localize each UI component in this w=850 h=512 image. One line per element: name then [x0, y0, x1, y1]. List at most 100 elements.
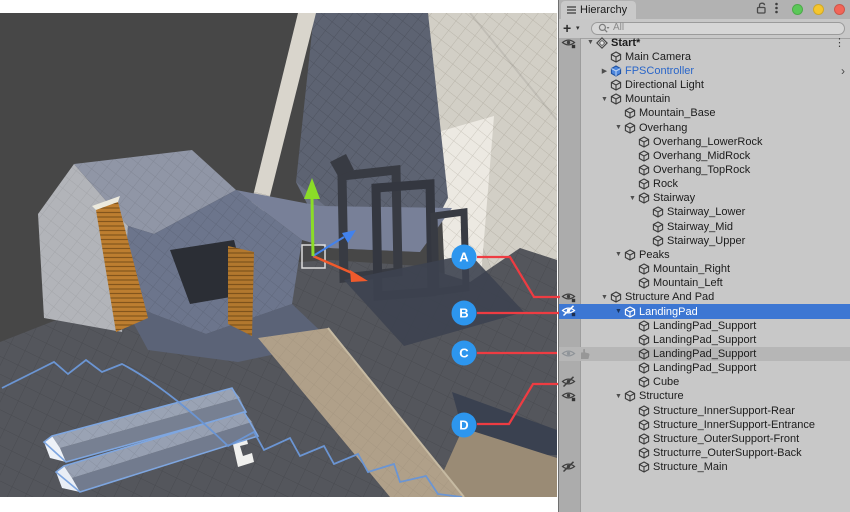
hierarchy-row[interactable]: Rock: [559, 177, 850, 191]
expanded-triangle-icon[interactable]: ▼: [613, 251, 624, 258]
eye-icon[interactable]: [561, 291, 576, 303]
search-input[interactable]: All: [591, 22, 845, 35]
hierarchy-row[interactable]: LandingPad_Support: [559, 347, 850, 361]
row-visibility-toggles[interactable]: [561, 461, 576, 473]
eye-icon[interactable]: [561, 348, 576, 360]
indent-spacer: [581, 368, 627, 369]
gameobject-cube-icon: [610, 291, 622, 303]
row-visibility-toggles[interactable]: [561, 390, 576, 402]
indent-spacer: [581, 424, 627, 425]
eye-icon[interactable]: [561, 390, 576, 402]
object-label: Overhang_LowerRock: [653, 136, 762, 148]
hierarchy-row[interactable]: Directional Light: [559, 78, 850, 92]
hierarchy-row[interactable]: Stairway_Mid: [559, 220, 850, 234]
hierarchy-row[interactable]: ▼Structure And Pad: [559, 290, 850, 304]
expanded-triangle-icon[interactable]: ▼: [599, 96, 610, 103]
window-buttons: [792, 4, 845, 15]
indent-spacer: [581, 438, 627, 439]
gameobject-cube-icon: [652, 221, 664, 233]
hierarchy-row[interactable]: Mountain_Right: [559, 262, 850, 276]
indent-spacer: [581, 339, 627, 340]
object-label: Overhang: [639, 122, 687, 134]
hierarchy-row[interactable]: Structure_InnerSupport-Rear: [559, 404, 850, 418]
indent-spacer: [581, 127, 613, 128]
y-axis-arrow[interactable]: [312, 198, 313, 256]
indent-spacer: [581, 184, 627, 185]
gameobject-cube-icon: [624, 107, 636, 119]
indent-spacer: [581, 85, 599, 86]
hierarchy-row[interactable]: Overhang_MidRock: [559, 149, 850, 163]
indent-spacer: [581, 113, 613, 114]
hierarchy-row[interactable]: ▼LandingPad: [559, 304, 850, 318]
window-minimize-button[interactable]: [813, 4, 824, 15]
hierarchy-row[interactable]: ▼Start*⋮: [559, 36, 850, 50]
hierarchy-row[interactable]: Mountain_Left: [559, 276, 850, 290]
hierarchy-panel: Hierarchy + ▾ All: [558, 0, 850, 512]
hierarchy-row[interactable]: Cube: [559, 375, 850, 389]
expanded-triangle-icon[interactable]: ▼: [613, 124, 624, 131]
prefab-chevron-icon[interactable]: ›: [841, 64, 845, 78]
scene-view[interactable]: [0, 0, 558, 512]
create-object-button[interactable]: +: [563, 19, 571, 37]
object-label: Structure_OuterSupport-Front: [653, 433, 799, 445]
row-visibility-toggles[interactable]: [561, 37, 576, 49]
row-visibility-toggles[interactable]: [561, 305, 576, 317]
hierarchy-row[interactable]: ▼Peaks: [559, 248, 850, 262]
indent-spacer: [581, 254, 613, 255]
hierarchy-row[interactable]: LandingPad_Support: [559, 333, 850, 347]
hierarchy-row[interactable]: Structurre_OuterSupport-Back: [559, 446, 850, 460]
unlock-icon[interactable]: [756, 2, 767, 14]
expanded-triangle-icon[interactable]: ▼: [613, 308, 624, 315]
row-kebab-icon[interactable]: ⋮: [834, 36, 845, 49]
expanded-triangle-icon[interactable]: ▼: [585, 39, 596, 46]
object-label: FPSController: [625, 65, 694, 77]
hierarchy-row[interactable]: ▼Mountain: [559, 92, 850, 106]
eye-icon[interactable]: [561, 37, 576, 49]
hierarchy-row[interactable]: ▶ FPSController ›: [559, 64, 850, 78]
row-visibility-toggles[interactable]: [561, 348, 591, 360]
expanded-triangle-icon[interactable]: ▼: [627, 195, 638, 202]
hierarchy-row[interactable]: Structure_InnerSupport-Entrance: [559, 418, 850, 432]
hidden-eye-icon[interactable]: [561, 376, 576, 388]
object-label: Stairway: [653, 192, 695, 204]
hierarchy-row[interactable]: Mountain_Base: [559, 106, 850, 120]
hierarchy-row[interactable]: Overhang_LowerRock: [559, 135, 850, 149]
gameobject-cube-icon: [638, 320, 650, 332]
object-label: Stairway_Mid: [667, 221, 733, 233]
search-icon: [598, 23, 610, 34]
hierarchy-row[interactable]: Structure_Main: [559, 460, 850, 474]
row-visibility-toggles[interactable]: [561, 376, 576, 388]
hierarchy-row[interactable]: Main Camera: [559, 50, 850, 64]
hidden-eye-icon[interactable]: [561, 461, 576, 473]
hierarchy-row[interactable]: Stairway_Lower: [559, 205, 850, 219]
hidden-eye-icon[interactable]: [561, 305, 576, 317]
expanded-triangle-icon[interactable]: ▼: [599, 294, 610, 301]
window-zoom-button[interactable]: [792, 4, 803, 15]
scene-view-canvas[interactable]: [0, 0, 558, 512]
hierarchy-row[interactable]: ▼ Stairway: [559, 191, 850, 205]
gameobject-cube-icon: [638, 447, 650, 459]
window-close-button[interactable]: [834, 4, 845, 15]
hierarchy-row[interactable]: LandingPad_Support: [559, 361, 850, 375]
object-label: LandingPad_Support: [653, 362, 756, 374]
row-visibility-toggles[interactable]: [561, 291, 576, 303]
panel-tab-bar: Hierarchy: [559, 0, 850, 20]
object-label: Stairway_Upper: [667, 235, 745, 247]
hierarchy-row[interactable]: ▼ Structure: [559, 389, 850, 403]
hierarchy-row[interactable]: LandingPad_Support: [559, 319, 850, 333]
hierarchy-row[interactable]: Structure_OuterSupport-Front: [559, 432, 850, 446]
expanded-triangle-icon[interactable]: ▼: [613, 393, 624, 400]
hierarchy-row[interactable]: ▼ Overhang: [559, 120, 850, 134]
object-label: LandingPad_Support: [653, 320, 756, 332]
kebab-menu-icon[interactable]: [775, 2, 778, 14]
indent-spacer: [581, 226, 641, 227]
indent-spacer: [581, 382, 627, 383]
hierarchy-row[interactable]: Stairway_Upper: [559, 234, 850, 248]
object-label: Structure: [639, 390, 684, 402]
collapsed-triangle-icon[interactable]: ▶: [599, 67, 610, 75]
tab-hierarchy[interactable]: Hierarchy: [561, 1, 636, 19]
indent-spacer: [581, 410, 627, 411]
pickability-hand-icon[interactable]: [578, 348, 591, 360]
hierarchy-row[interactable]: Overhang_TopRock: [559, 163, 850, 177]
indent-spacer: [581, 99, 599, 100]
